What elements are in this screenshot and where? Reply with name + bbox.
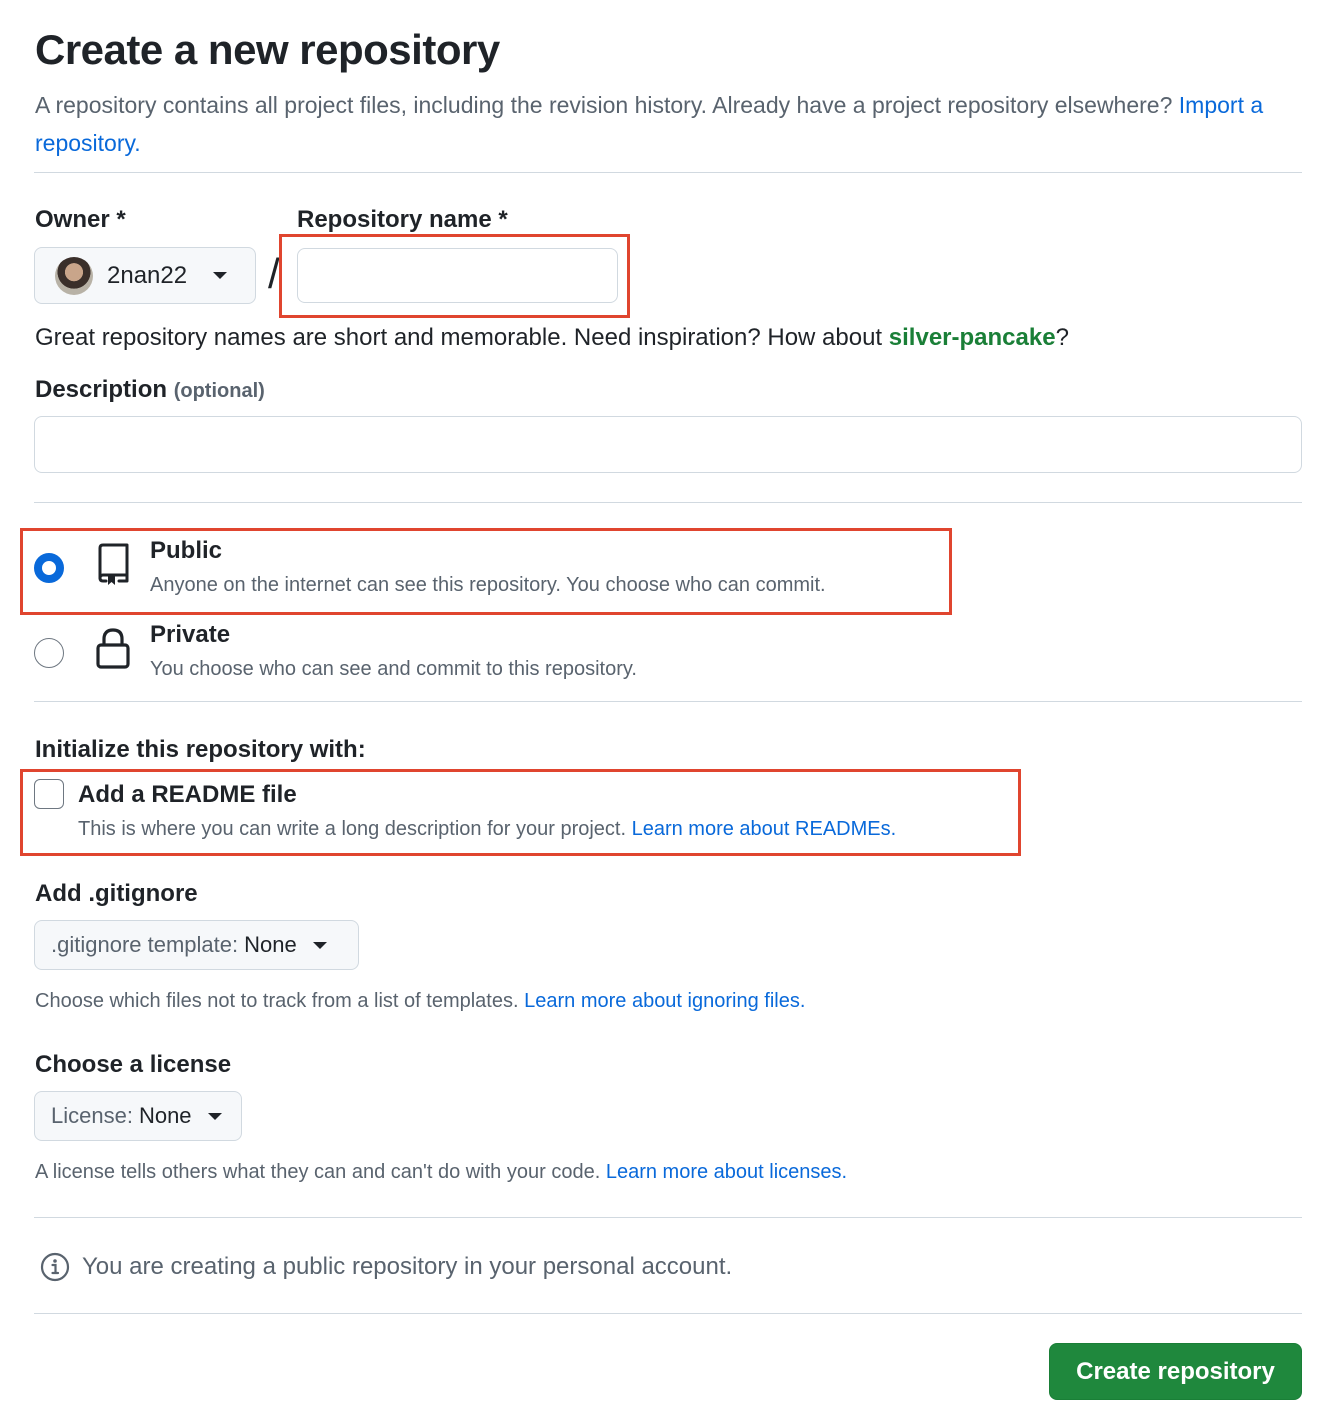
owner-label: Owner *	[35, 206, 126, 233]
repo-name-input[interactable]	[297, 248, 618, 303]
readme-title: Add a README file	[78, 781, 297, 808]
avatar	[55, 256, 93, 295]
public-radio[interactable]	[34, 553, 64, 583]
initialize-label: Initialize this repository with:	[35, 736, 366, 763]
chevron-down-icon	[312, 941, 327, 949]
repo-name-suggestion[interactable]: silver-pancake	[889, 324, 1056, 351]
owner-name: 2nan22	[107, 261, 188, 289]
description-label: Description (optional)	[35, 376, 265, 404]
private-radio[interactable]	[34, 638, 64, 668]
readme-description: This is where you can write a long descr…	[78, 818, 896, 841]
license-dropdown[interactable]: License: None	[34, 1091, 242, 1141]
license-label: Choose a license	[35, 1051, 232, 1078]
learn-ignoring-files-link[interactable]: Learn more about ignoring files.	[524, 990, 805, 1012]
license-prefix: License:	[51, 1103, 133, 1128]
info-icon	[40, 1252, 70, 1282]
repo-icon	[95, 542, 131, 586]
repo-name-hint-suffix: ?	[1055, 324, 1069, 351]
divider	[34, 502, 1302, 503]
owner-repo-separator: /	[268, 250, 280, 297]
intro-text: A repository contains all project files,…	[35, 92, 1173, 118]
repo-name-hint: Great repository names are short and mem…	[35, 324, 1069, 352]
private-description: You choose who can see and commit to thi…	[150, 658, 637, 680]
public-title: Public	[150, 537, 223, 564]
gitignore-value: None	[244, 932, 297, 957]
learn-licenses-link[interactable]: Learn more about licenses.	[606, 1161, 847, 1183]
repo-name-label: Repository name *	[297, 206, 508, 233]
divider	[34, 172, 1302, 173]
page-title: Create a new repository	[35, 26, 500, 73]
gitignore-note: Choose which files not to track from a l…	[35, 990, 805, 1013]
license-note: A license tells others what they can and…	[35, 1161, 847, 1184]
page-intro: A repository contains all project files,…	[35, 86, 1265, 162]
chevron-down-icon	[213, 272, 228, 279]
gitignore-dropdown[interactable]: .gitignore template: None	[34, 920, 359, 970]
chevron-down-icon	[207, 1112, 222, 1120]
optional-tag: (optional)	[173, 380, 265, 402]
private-title: Private	[150, 621, 231, 648]
divider	[34, 701, 1302, 702]
divider	[34, 1313, 1302, 1314]
public-description: Anyone on the internet can see this repo…	[150, 574, 826, 596]
gitignore-note-text: Choose which files not to track from a l…	[35, 990, 519, 1012]
info-message: You are creating a public repository in …	[35, 1252, 732, 1282]
description-label-text: Description	[35, 376, 168, 403]
license-note-text: A license tells others what they can and…	[35, 1161, 601, 1183]
info-text: You are creating a public repository in …	[82, 1253, 733, 1280]
gitignore-prefix: .gitignore template:	[51, 932, 239, 957]
readme-checkbox[interactable]	[34, 779, 64, 809]
owner-dropdown[interactable]: 2nan22	[34, 247, 256, 304]
license-value: None	[138, 1103, 192, 1128]
lock-icon	[95, 626, 131, 670]
divider	[34, 1217, 1302, 1218]
repo-name-hint-text: Great repository names are short and mem…	[35, 324, 889, 351]
description-input[interactable]	[34, 416, 1302, 473]
create-repository-button[interactable]: Create repository	[1049, 1343, 1302, 1400]
gitignore-label: Add .gitignore	[35, 880, 198, 907]
readme-description-text: This is where you can write a long descr…	[78, 818, 627, 840]
learn-readmes-link[interactable]: Learn more about READMEs.	[632, 818, 897, 840]
